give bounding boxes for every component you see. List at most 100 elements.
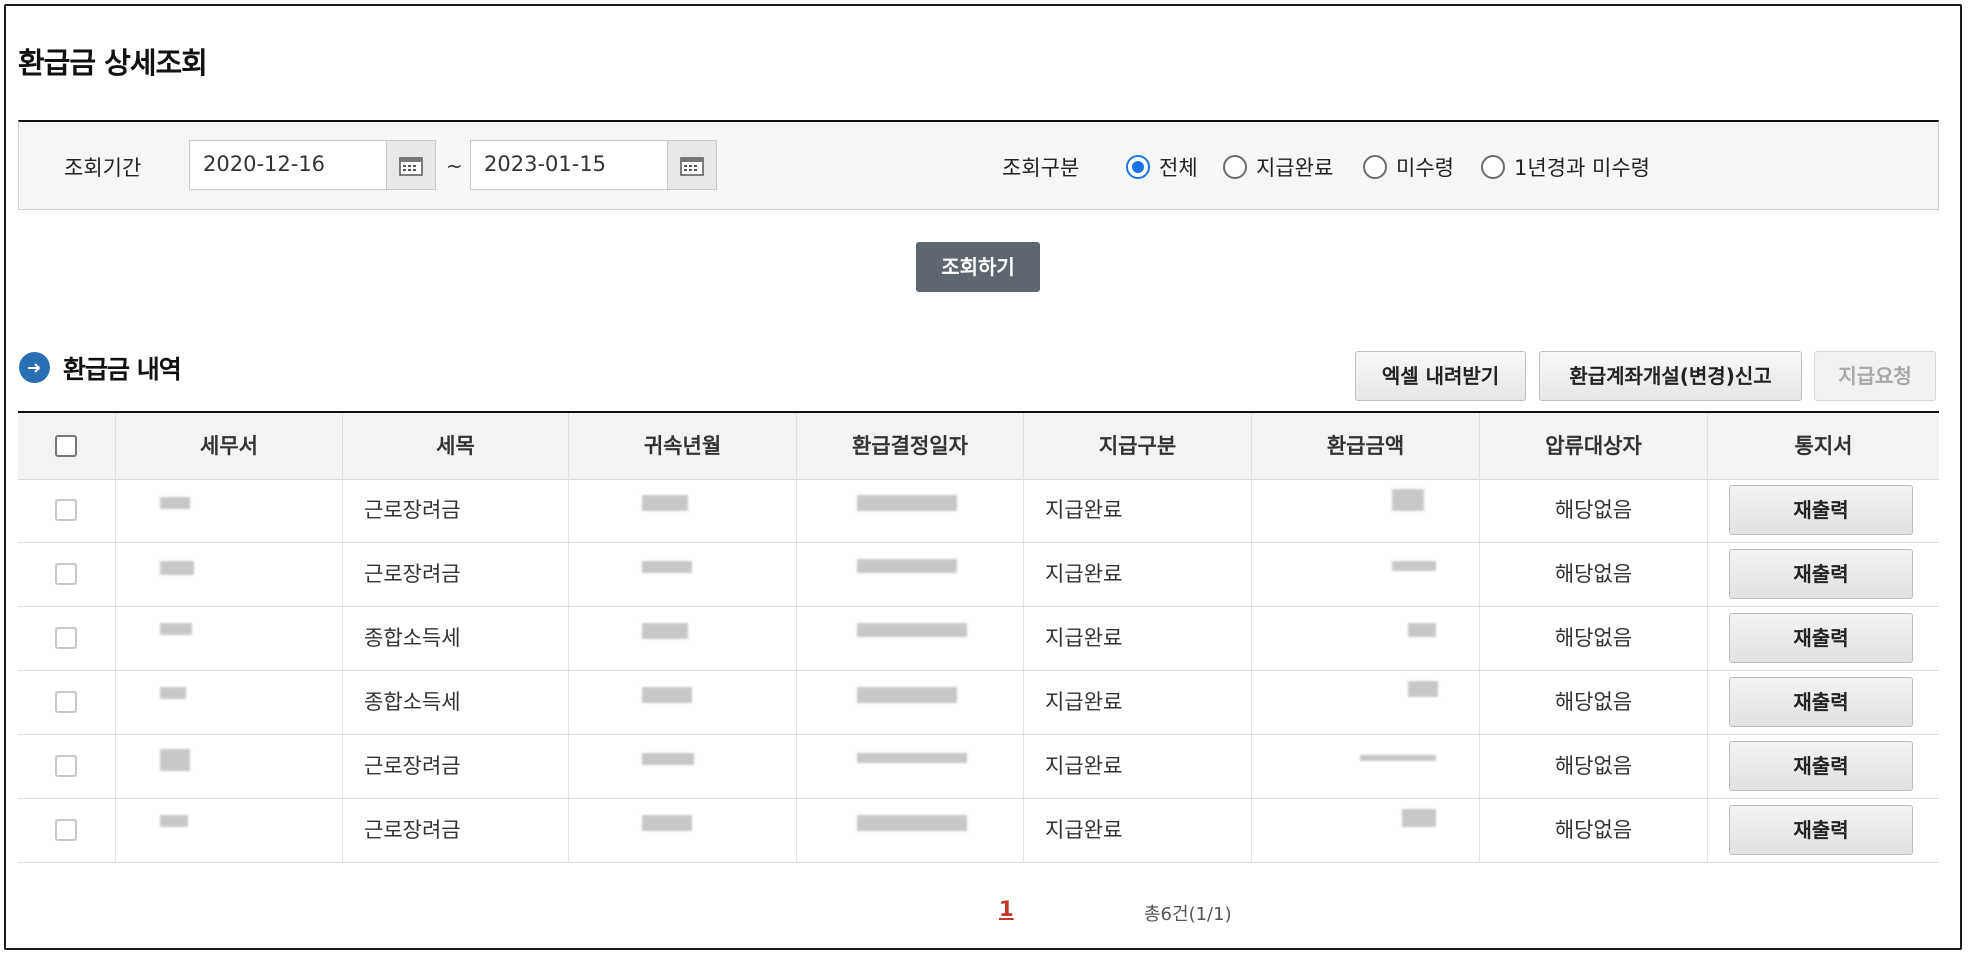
header-pay-type: 지급구분 xyxy=(1024,413,1252,479)
radio-label: 미수령 xyxy=(1396,156,1454,180)
excel-download-button[interactable]: 엑셀 내려받기 xyxy=(1355,351,1526,401)
notice-cell: 재출력 xyxy=(1708,479,1939,542)
date-range-separator: ~ xyxy=(446,154,463,178)
payment-request-button[interactable]: 지급요청 xyxy=(1814,351,1936,401)
reprint-button[interactable]: 재출력 xyxy=(1729,613,1913,663)
period-cell xyxy=(569,607,797,670)
tax-office-cell xyxy=(116,799,343,862)
section-title: 환급금 내역 xyxy=(63,355,182,384)
pay-type-cell: 지급완료 xyxy=(1024,607,1252,670)
tax-item-cell: 근로장려금 xyxy=(343,799,569,862)
row-select-cell[interactable] xyxy=(18,607,116,670)
period-cell xyxy=(569,543,797,606)
arrow-right-circle-icon xyxy=(19,352,50,383)
radio-unclaimed[interactable]: 미수령 xyxy=(1363,152,1454,182)
radio-label: 1년경과 미수령 xyxy=(1514,156,1650,180)
period-cell xyxy=(569,735,797,798)
header-amount: 환급금액 xyxy=(1252,413,1480,479)
period-cell xyxy=(569,671,797,734)
pay-type-cell: 지급완료 xyxy=(1024,671,1252,734)
tax-item-cell: 근로장려금 xyxy=(343,479,569,542)
row-select-cell[interactable] xyxy=(18,543,116,606)
row-select-cell[interactable] xyxy=(18,479,116,542)
search-button[interactable]: 조회하기 xyxy=(916,242,1040,292)
notice-cell: 재출력 xyxy=(1708,799,1939,862)
page-title: 환급금 상세조회 xyxy=(18,46,208,80)
header-period: 귀속년월 xyxy=(569,413,797,479)
row-checkbox[interactable] xyxy=(55,563,77,585)
notice-cell: 재출력 xyxy=(1708,607,1939,670)
radio-icon xyxy=(1363,155,1387,179)
radio-all[interactable]: 전체 xyxy=(1126,152,1198,182)
decision-date-cell xyxy=(797,479,1024,542)
kind-label: 조회구분 xyxy=(1002,156,1080,180)
row-checkbox[interactable] xyxy=(55,819,77,841)
notice-cell: 재출력 xyxy=(1708,543,1939,606)
decision-date-cell xyxy=(797,607,1024,670)
table-row: 근로장려금 지급완료 해당없음 재출력 xyxy=(18,543,1939,607)
end-calendar-button[interactable] xyxy=(667,140,717,190)
search-panel: 조회기간 2020-12-16 ~ 2023-01-15 조회구분 전체 지급완… xyxy=(18,120,1939,210)
row-checkbox[interactable] xyxy=(55,499,77,521)
reprint-button[interactable]: 재출력 xyxy=(1729,741,1913,791)
account-register-button[interactable]: 환급계좌개설(변경)신고 xyxy=(1539,351,1802,401)
notice-cell: 재출력 xyxy=(1708,671,1939,734)
start-date-input[interactable]: 2020-12-16 xyxy=(189,140,387,190)
amount-cell xyxy=(1252,799,1480,862)
decision-date-cell xyxy=(797,735,1024,798)
seizure-cell: 해당없음 xyxy=(1480,607,1708,670)
tax-item-cell: 종합소득세 xyxy=(343,671,569,734)
header-notice: 통지서 xyxy=(1794,434,1853,458)
period-cell xyxy=(569,479,797,542)
amount-cell xyxy=(1252,543,1480,606)
row-select-cell[interactable] xyxy=(18,735,116,798)
select-all-checkbox[interactable] xyxy=(55,435,77,457)
decision-date-cell xyxy=(797,671,1024,734)
seizure-cell: 해당없음 xyxy=(1480,671,1708,734)
row-select-cell[interactable] xyxy=(18,799,116,862)
pager-total-count: 총6건(1/1) xyxy=(1144,904,1232,925)
seizure-cell: 해당없음 xyxy=(1480,735,1708,798)
table-row: 근로장려금 지급완료 해당없음 재출력 xyxy=(18,735,1939,799)
seizure-cell: 해당없음 xyxy=(1480,543,1708,606)
table-header: 세무서 세목 귀속년월 환급결정일자 지급구분 환급금액 압류대상자 통지서 xyxy=(18,413,1939,480)
calendar-icon xyxy=(680,157,704,176)
row-select-cell[interactable] xyxy=(18,671,116,734)
start-calendar-button[interactable] xyxy=(386,140,436,190)
radio-label: 지급완료 xyxy=(1256,156,1334,180)
pay-type-cell: 지급완료 xyxy=(1024,799,1252,862)
notice-cell: 재출력 xyxy=(1708,735,1939,798)
seizure-cell: 해당없음 xyxy=(1480,799,1708,862)
calendar-icon xyxy=(399,157,423,176)
tax-item-cell: 종합소득세 xyxy=(343,607,569,670)
table-row: 근로장려금 지급완료 해당없음 재출력 xyxy=(18,479,1939,543)
tax-item-cell: 근로장려금 xyxy=(343,543,569,606)
radio-paid[interactable]: 지급완료 xyxy=(1223,152,1333,182)
amount-cell xyxy=(1252,671,1480,734)
reprint-button[interactable]: 재출력 xyxy=(1729,677,1913,727)
table-row: 근로장려금 지급완료 해당없음 재출력 xyxy=(18,799,1939,863)
tax-office-cell xyxy=(116,671,343,734)
table-row: 종합소득세 지급완료 해당없음 재출력 xyxy=(18,607,1939,671)
amount-cell xyxy=(1252,479,1480,542)
header-decision-date: 환급결정일자 xyxy=(797,413,1024,479)
row-checkbox[interactable] xyxy=(55,755,77,777)
pay-type-cell: 지급완료 xyxy=(1024,735,1252,798)
row-checkbox[interactable] xyxy=(55,691,77,713)
decision-date-cell xyxy=(797,543,1024,606)
header-select-all[interactable] xyxy=(18,413,116,479)
header-seizure: 압류대상자 xyxy=(1480,413,1708,479)
reprint-button[interactable]: 재출력 xyxy=(1729,805,1913,855)
seizure-cell: 해당없음 xyxy=(1480,479,1708,542)
pager-current-page[interactable]: 1 xyxy=(999,897,1014,921)
tax-office-cell xyxy=(116,735,343,798)
tax-office-cell xyxy=(116,543,343,606)
radio-icon xyxy=(1481,155,1505,179)
reprint-button[interactable]: 재출력 xyxy=(1729,549,1913,599)
pay-type-cell: 지급완료 xyxy=(1024,543,1252,606)
radio-unclaimed-1year[interactable]: 1년경과 미수령 xyxy=(1481,152,1650,182)
end-date-input[interactable]: 2023-01-15 xyxy=(470,140,668,190)
reprint-button[interactable]: 재출력 xyxy=(1729,485,1913,535)
period-cell xyxy=(569,799,797,862)
row-checkbox[interactable] xyxy=(55,627,77,649)
